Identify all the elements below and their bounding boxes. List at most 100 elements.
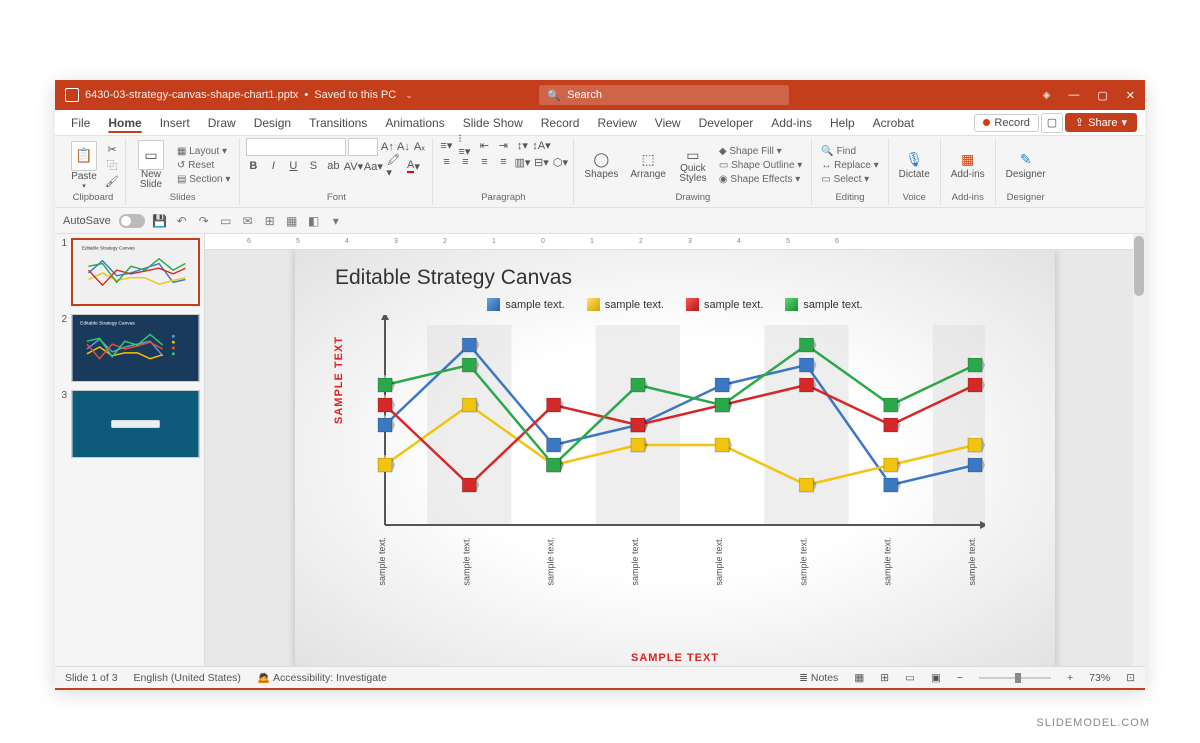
copy-button[interactable]: ⿻ [105,158,119,172]
fit-button[interactable]: ⊡ [1126,672,1135,684]
zoom-out-button[interactable]: − [957,672,963,684]
tab-home[interactable]: Home [100,112,149,134]
scroll-thumb[interactable] [1134,236,1144,296]
highlight-button[interactable]: 🖍▾ [386,159,400,173]
slide[interactable]: Editable Strategy Canvas sample text. sa… [295,250,1055,666]
file-name[interactable]: 6430-03-strategy-canvas-shape-chart1.ppt… [85,89,298,101]
autosave-toggle[interactable] [119,214,145,228]
undo-button[interactable]: ↶ [175,214,189,228]
shape-fill-button[interactable]: ◆ Shape Fill ▾ [716,145,805,158]
tab-view[interactable]: View [647,112,689,134]
layout-button[interactable]: ▦ Layout ▾ [174,145,233,158]
shape-effects-button[interactable]: ◉ Shape Effects ▾ [716,173,805,186]
slideshow-view-button[interactable]: ▣ [931,672,941,684]
new-slide-button[interactable]: ▭New Slide [132,138,170,192]
text-direction-button[interactable]: ↕A▾ [534,138,548,152]
thumbnail-1[interactable]: Editable Strategy Canvas [71,238,200,306]
font-size-input[interactable] [348,138,378,156]
qat-icon-1[interactable]: ▭ [219,214,233,228]
thumbnail-3[interactable] [71,390,200,458]
case-button[interactable]: Aa▾ [366,159,380,173]
zoom-in-button[interactable]: + [1067,672,1073,684]
align-right-button[interactable]: ≡ [477,155,491,169]
horizontal-ruler[interactable]: 6543210123456 [205,234,1145,250]
zoom-slider[interactable] [979,677,1051,679]
slide-counter[interactable]: Slide 1 of 3 [65,672,118,684]
redo-button[interactable]: ↷ [197,214,211,228]
record-button[interactable]: Record [974,114,1038,132]
tab-help[interactable]: Help [822,112,863,134]
share-button[interactable]: ⇪Share▾ [1065,113,1137,132]
slide-title[interactable]: Editable Strategy Canvas [335,266,1015,290]
section-button[interactable]: ▤ Section ▾ [174,173,233,186]
present-button[interactable]: ▢ [1041,113,1063,133]
chart[interactable]: sample text.sample text.sample text.samp… [365,315,985,595]
font-name-input[interactable] [246,138,346,156]
select-button[interactable]: ▭ Select ▾ [818,173,881,186]
vertical-scrollbar[interactable] [1133,234,1145,666]
clear-format-button[interactable]: Aₓ [412,140,426,154]
tab-acrobat[interactable]: Acrobat [865,112,922,134]
cut-button[interactable]: ✂ [105,142,119,156]
tab-draw[interactable]: Draw [200,112,244,134]
strike-button[interactable]: S [306,159,320,173]
line-spacing-button[interactable]: ↕▾ [515,138,529,152]
slide-canvas-area[interactable]: Editable Strategy Canvas sample text. sa… [205,250,1145,666]
font-color-button[interactable]: A▾ [406,159,420,173]
spacing-button[interactable]: AV▾ [346,159,360,173]
shapes-button[interactable]: ◯Shapes [580,149,622,182]
indent-inc-button[interactable]: ⇥ [496,138,510,152]
close-button[interactable]: ✕ [1126,89,1135,102]
shadow-button[interactable]: ab [326,159,340,173]
save-button[interactable]: 💾 [153,214,167,228]
reset-button[interactable]: ↺ Reset [174,159,233,172]
qat-icon-5[interactable]: ◧ [307,214,321,228]
dictate-button[interactable]: 🎙Dictate [895,149,934,182]
reading-view-button[interactable]: ▭ [905,672,915,684]
columns-button[interactable]: ▥▾ [515,155,529,169]
accessibility-status[interactable]: 🙇Accessibility: Investigate [257,671,387,684]
smartart-button[interactable]: ⬡▾ [553,155,567,169]
x-axis-label[interactable]: SAMPLE TEXT [631,652,719,664]
paste-button[interactable]: 📋Paste▾ [67,139,101,192]
thumbnail-2[interactable]: Editable Strategy Canvas [71,314,200,382]
language-status[interactable]: English (United States) [134,672,241,684]
premium-icon[interactable]: ◈ [1043,90,1051,101]
addins-button[interactable]: ▦Add-ins [947,149,989,182]
tab-record[interactable]: Record [533,112,588,134]
minimize-button[interactable]: — [1068,89,1079,101]
align-text-button[interactable]: ⊟▾ [534,155,548,169]
tab-animations[interactable]: Animations [377,112,452,134]
justify-button[interactable]: ≡ [496,155,510,169]
indent-dec-button[interactable]: ⇤ [477,138,491,152]
tab-transitions[interactable]: Transitions [301,112,375,134]
tab-addins[interactable]: Add-ins [763,112,820,134]
increase-font-button[interactable]: A↑ [380,140,394,154]
tab-developer[interactable]: Developer [691,112,762,134]
find-button[interactable]: 🔍 Find [818,145,881,158]
qat-icon-4[interactable]: ▦ [285,214,299,228]
decrease-font-button[interactable]: A↓ [396,140,410,154]
format-painter-button[interactable]: 🖌 [105,174,119,188]
search-box[interactable]: 🔍 Search [539,85,789,105]
numbering-button[interactable]: ⁝≡▾ [458,138,472,152]
bold-button[interactable]: B [246,159,260,173]
align-left-button[interactable]: ≡ [439,155,453,169]
qat-icon-3[interactable]: ⊞ [263,214,277,228]
arrange-button[interactable]: ⬚Arrange [626,149,670,182]
maximize-button[interactable]: ▢ [1097,89,1107,102]
underline-button[interactable]: U [286,159,300,173]
sorter-view-button[interactable]: ⊞ [880,672,889,684]
tab-design[interactable]: Design [246,112,299,134]
qat-icon-2[interactable]: ✉ [241,214,255,228]
designer-button[interactable]: ✎Designer [1002,149,1050,182]
align-center-button[interactable]: ≡ [458,155,472,169]
y-axis-label[interactable]: SAMPLE TEXT [333,336,345,424]
chevron-down-icon[interactable]: ⌄ [405,90,413,101]
normal-view-button[interactable]: ▦ [854,672,864,684]
tab-slideshow[interactable]: Slide Show [455,112,531,134]
replace-button[interactable]: ↔ Replace ▾ [818,159,881,172]
quick-styles-button[interactable]: ▭Quick Styles [674,144,712,186]
tab-insert[interactable]: Insert [152,112,198,134]
zoom-level[interactable]: 73% [1089,672,1110,684]
